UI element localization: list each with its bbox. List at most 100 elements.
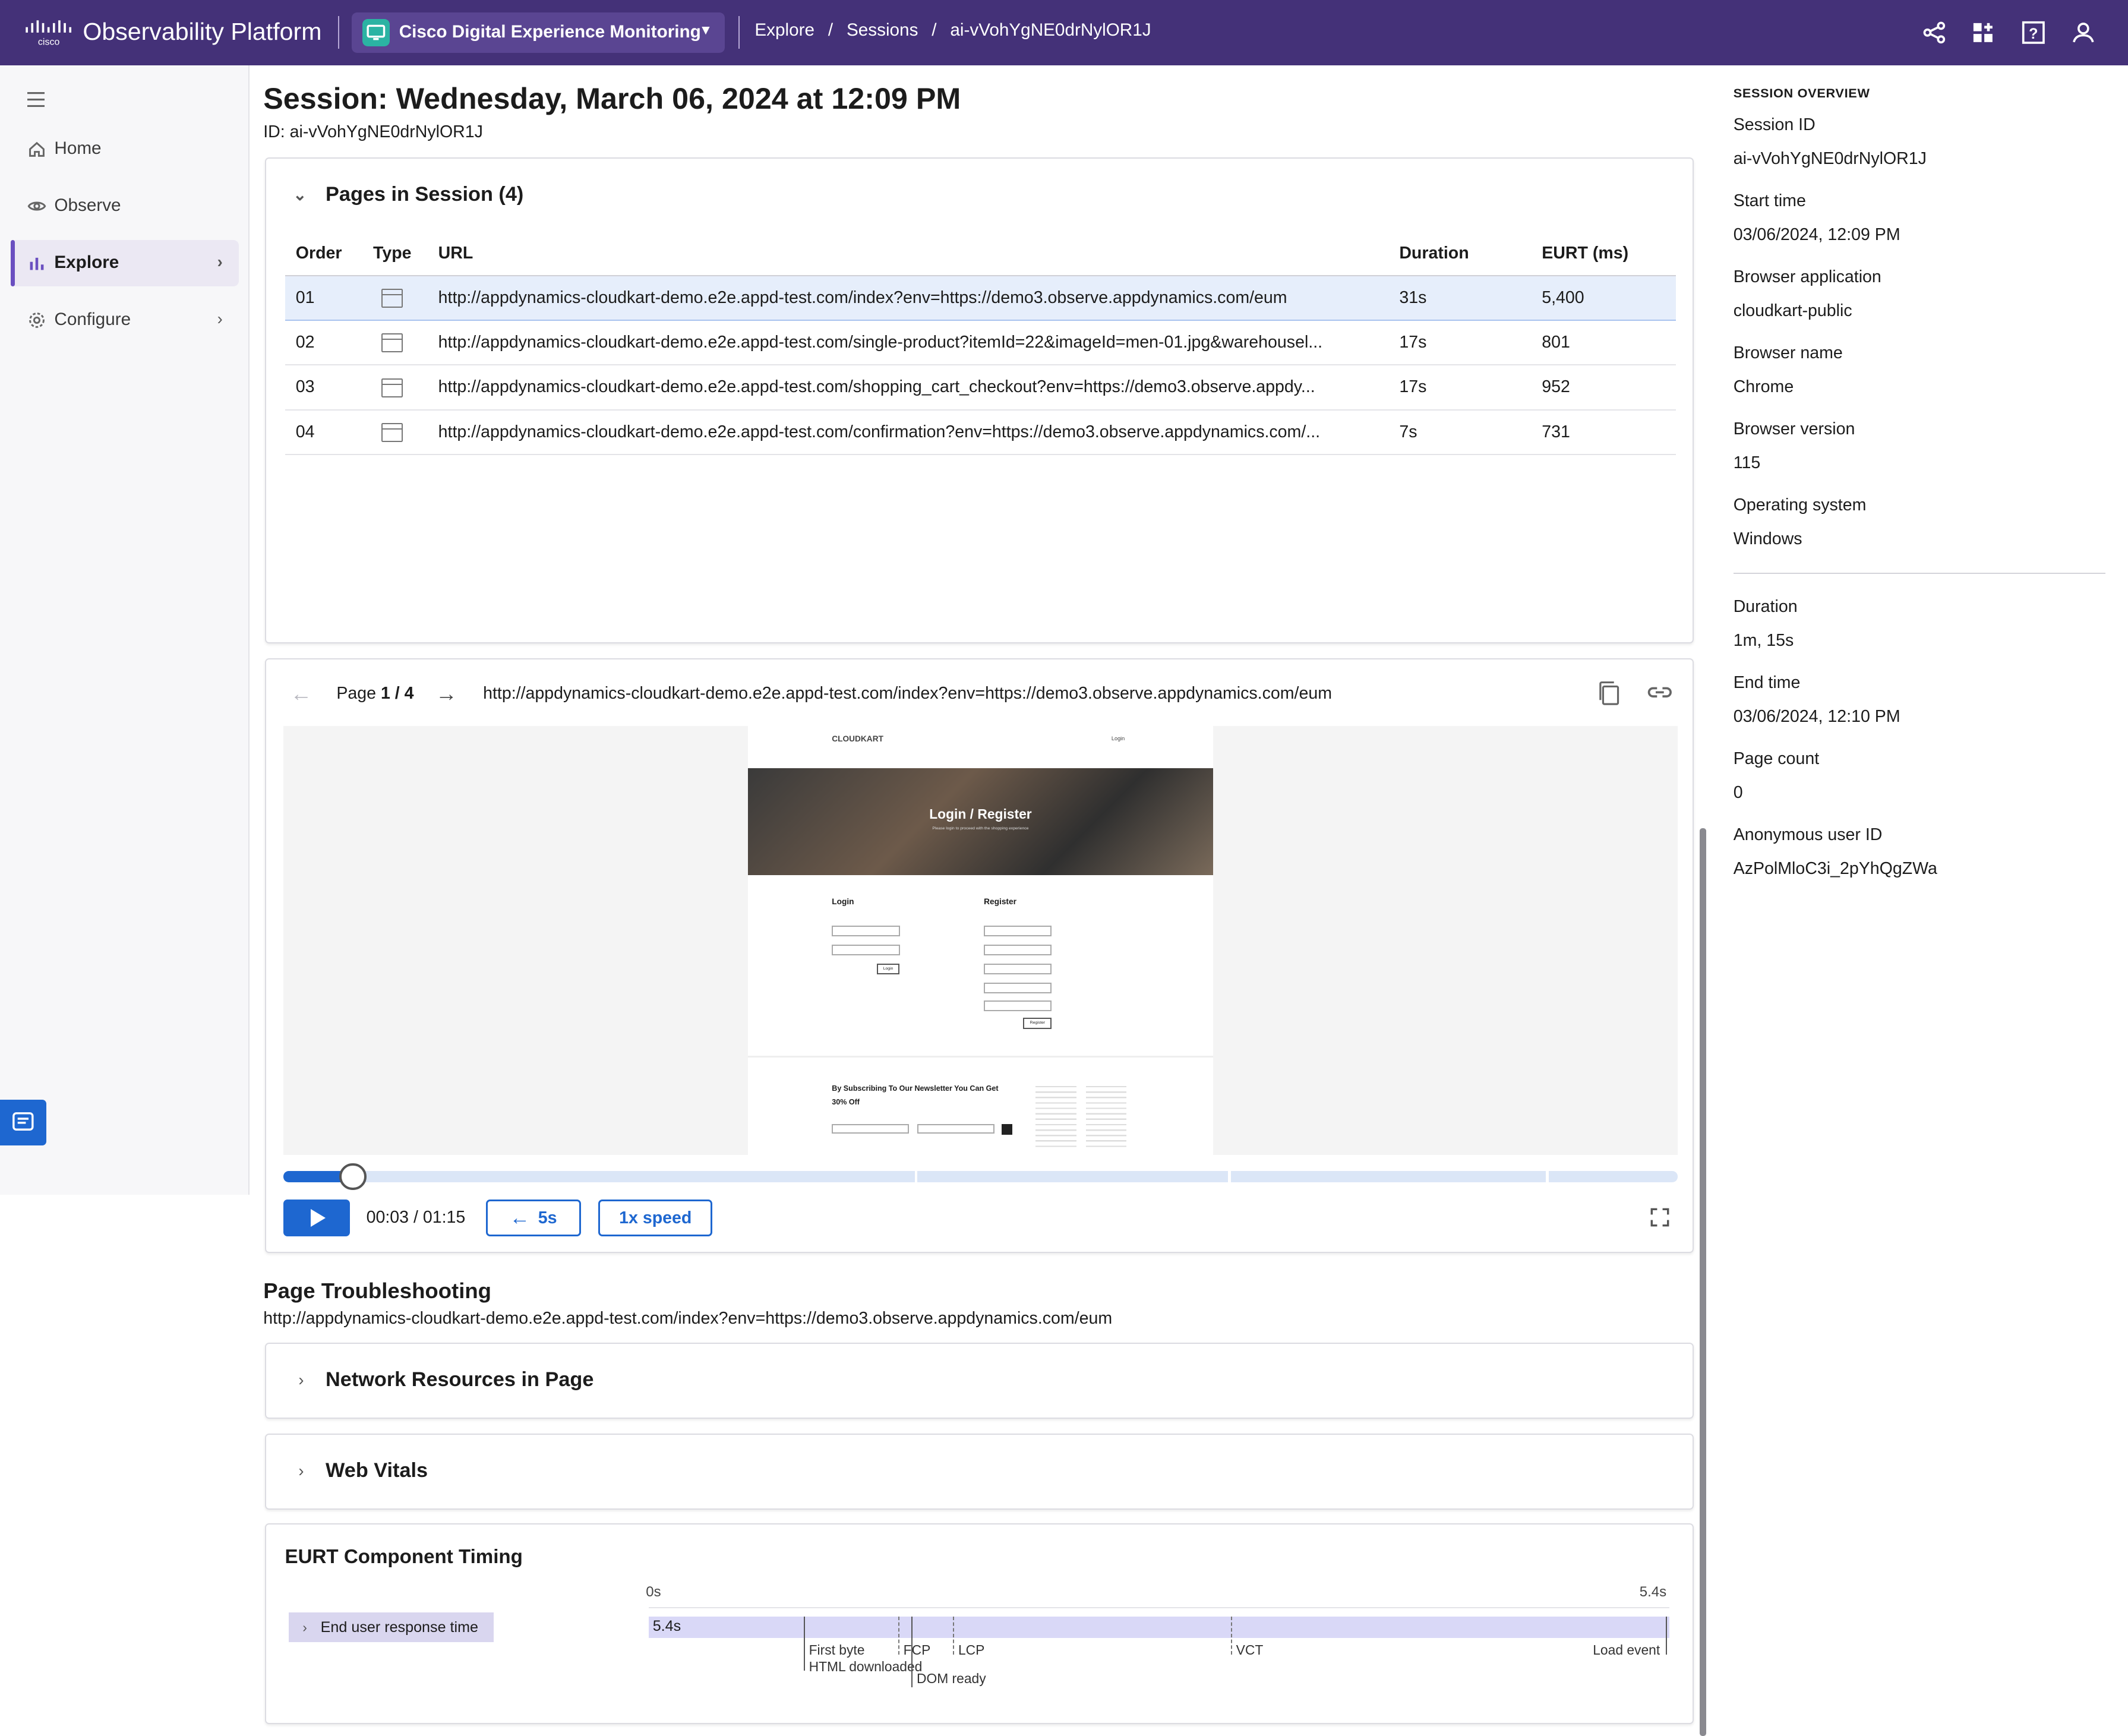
- arrow-right-icon[interactable]: →: [435, 681, 457, 706]
- eurt-marker-label: VCT: [1236, 1642, 1264, 1658]
- replay-viewport[interactable]: CLOUDKART Login Login / Register Please …: [283, 726, 1678, 1156]
- replay-input: [917, 1123, 995, 1134]
- eye-icon: [27, 201, 46, 211]
- time-readout: 00:03 / 01:15: [366, 1208, 466, 1227]
- arrow-left-icon[interactable]: ←: [291, 681, 312, 706]
- sidebar-item-explore[interactable]: Explore ›: [11, 240, 239, 287]
- overview-value: ai-vVohYgNE0drNylOR1J: [1733, 149, 1927, 169]
- timeline-page-divider: [914, 1171, 918, 1182]
- playback-speed-button[interactable]: 1x speed: [598, 1200, 713, 1237]
- cell-url: http://appdynamics-cloudkart-demo.e2e.ap…: [427, 320, 1389, 366]
- sidebar-item-observe[interactable]: Observe: [11, 183, 239, 229]
- chevron-right-icon: ›: [302, 1619, 307, 1635]
- breadcrumb: Explore / Sessions / ai-vVohYgNE0drNylOR…: [754, 20, 1151, 40]
- copy-icon[interactable]: [1596, 680, 1621, 707]
- sidebar-item-configure[interactable]: Configure ›: [11, 297, 239, 343]
- page-icon: [381, 333, 403, 353]
- page-icon: [381, 378, 403, 397]
- fullscreen-icon[interactable]: [1650, 1208, 1669, 1227]
- link-icon[interactable]: [1646, 681, 1674, 703]
- web-vitals-section[interactable]: › Web Vitals: [264, 1433, 1694, 1510]
- replay-login-link: Login: [1111, 736, 1125, 742]
- overview-label: Session ID: [1733, 115, 1816, 135]
- column-header-eurt[interactable]: EURT (ms): [1530, 232, 1676, 276]
- column-header-url[interactable]: URL: [427, 232, 1389, 276]
- cell-duration: 17s: [1388, 320, 1531, 366]
- cell-order: 04: [285, 409, 362, 456]
- eurt-title: EURT Component Timing: [285, 1546, 523, 1568]
- axis-start-label: 0s: [646, 1584, 661, 1601]
- eurt-marker: DOM ready: [911, 1616, 986, 1687]
- sidebar-item-label: Observe: [54, 195, 121, 215]
- scrollbar[interactable]: [1699, 828, 1706, 1736]
- play-button[interactable]: [283, 1200, 351, 1237]
- breadcrumb-explore[interactable]: Explore: [754, 20, 814, 40]
- replay-timeline[interactable]: [283, 1163, 1678, 1191]
- axis-end-label: 5.4s: [1639, 1584, 1667, 1601]
- timeline-page-divider: [1546, 1171, 1549, 1182]
- overview-value: 115: [1733, 453, 1761, 473]
- replay-input: [984, 982, 1052, 994]
- apps-grid-icon[interactable]: [1969, 19, 1997, 46]
- chat-icon: [12, 1112, 34, 1131]
- table-row[interactable]: 01 http://appdynamics-cloudkart-demo.e2e…: [285, 274, 1676, 321]
- breadcrumb-sessions[interactable]: Sessions: [847, 20, 918, 40]
- eurt-marker-label: FCP: [903, 1642, 931, 1658]
- overview-value: 1m, 15s: [1733, 631, 1794, 651]
- table-header-row: Order Type URL Duration EURT (ms): [285, 232, 1676, 276]
- table-row[interactable]: 03 http://appdynamics-cloudkart-demo.e2e…: [285, 365, 1676, 411]
- table-row[interactable]: 02 http://appdynamics-cloudkart-demo.e2e…: [285, 320, 1676, 366]
- product-name: Cisco Digital Experience Monitoring: [399, 21, 701, 42]
- sidebar-item-home[interactable]: Home: [11, 126, 239, 172]
- network-resources-section[interactable]: › Network Resources in Page: [264, 1342, 1694, 1419]
- page-indicator-value: 1 / 4: [380, 684, 414, 703]
- divider: [738, 16, 740, 49]
- eurt-marker: LCP: [953, 1616, 984, 1658]
- page-troubleshooting-title: Page Troubleshooting: [263, 1279, 492, 1303]
- product-switcher[interactable]: Cisco Digital Experience Monitoring ▼: [351, 12, 725, 53]
- page-icon: [381, 423, 403, 443]
- column-header-duration[interactable]: Duration: [1388, 232, 1531, 276]
- svg-text:cisco: cisco: [38, 37, 60, 46]
- overview-label: Anonymous user ID: [1733, 825, 1883, 845]
- replay-input: [984, 963, 1052, 975]
- user-icon[interactable]: [2070, 19, 2097, 46]
- rewind-5s-button[interactable]: ← 5s: [485, 1200, 581, 1237]
- replay-frame: CLOUDKART Login Login / Register Please …: [747, 726, 1214, 1156]
- table-row[interactable]: 04 http://appdynamics-cloudkart-demo.e2e…: [285, 409, 1676, 456]
- column-header-order[interactable]: Order: [285, 232, 362, 276]
- timeline-scrub-handle[interactable]: [339, 1163, 367, 1191]
- replay-brand: CLOUDKART: [832, 734, 883, 743]
- session-id: ID: ai-vVohYgNE0drNylOR1J: [263, 122, 483, 141]
- eurt-bar[interactable]: [648, 1616, 1669, 1639]
- column-header-type[interactable]: Type: [362, 232, 428, 276]
- pages-in-session-toggle[interactable]: ⌄ Pages in Session (4): [293, 183, 523, 206]
- chevron-right-icon: ›: [217, 252, 223, 271]
- replay-hero-title: Login / Register: [929, 806, 1032, 822]
- help-icon[interactable]: ?: [2020, 19, 2047, 46]
- app-canvas: cisco Observability Platform Cisco Digit…: [0, 0, 2128, 1736]
- cell-duration: 7s: [1388, 409, 1531, 456]
- cell-url: http://appdynamics-cloudkart-demo.e2e.ap…: [427, 409, 1389, 456]
- pages-table: Order Type URL Duration EURT (ms) 01 htt…: [285, 232, 1676, 456]
- cell-eurt: 952: [1530, 365, 1676, 411]
- session-overview-panel: SESSION OVERVIEW Session ID ai-vVohYgNE0d…: [1709, 65, 2128, 1736]
- feedback-button[interactable]: [0, 1099, 46, 1146]
- svg-text:?: ?: [2029, 26, 2038, 42]
- cell-duration: 31s: [1388, 274, 1531, 321]
- eurt-marker-label: First byte: [809, 1642, 865, 1658]
- chevron-right-icon: ›: [298, 1462, 304, 1481]
- eurt-marker: VCT: [1230, 1616, 1263, 1658]
- hamburger-menu-icon[interactable]: [27, 92, 45, 108]
- platform-name[interactable]: Observability Platform: [83, 18, 321, 46]
- share-icon[interactable]: [1921, 19, 1948, 46]
- replay-url: http://appdynamics-cloudkart-demo.e2e.ap…: [483, 684, 1332, 703]
- sidebar: Home Observe Explore › Configure ›: [0, 65, 250, 1195]
- replay-login-button: Login: [876, 963, 900, 975]
- eurt-row-toggle[interactable]: › End user response time: [289, 1612, 494, 1643]
- replay-input: [832, 925, 900, 937]
- cisco-logo-icon[interactable]: cisco: [24, 19, 73, 46]
- overview-label: Start time: [1733, 191, 1806, 211]
- overview-value: 03/06/2024, 12:10 PM: [1733, 707, 1900, 727]
- home-icon: [29, 142, 45, 157]
